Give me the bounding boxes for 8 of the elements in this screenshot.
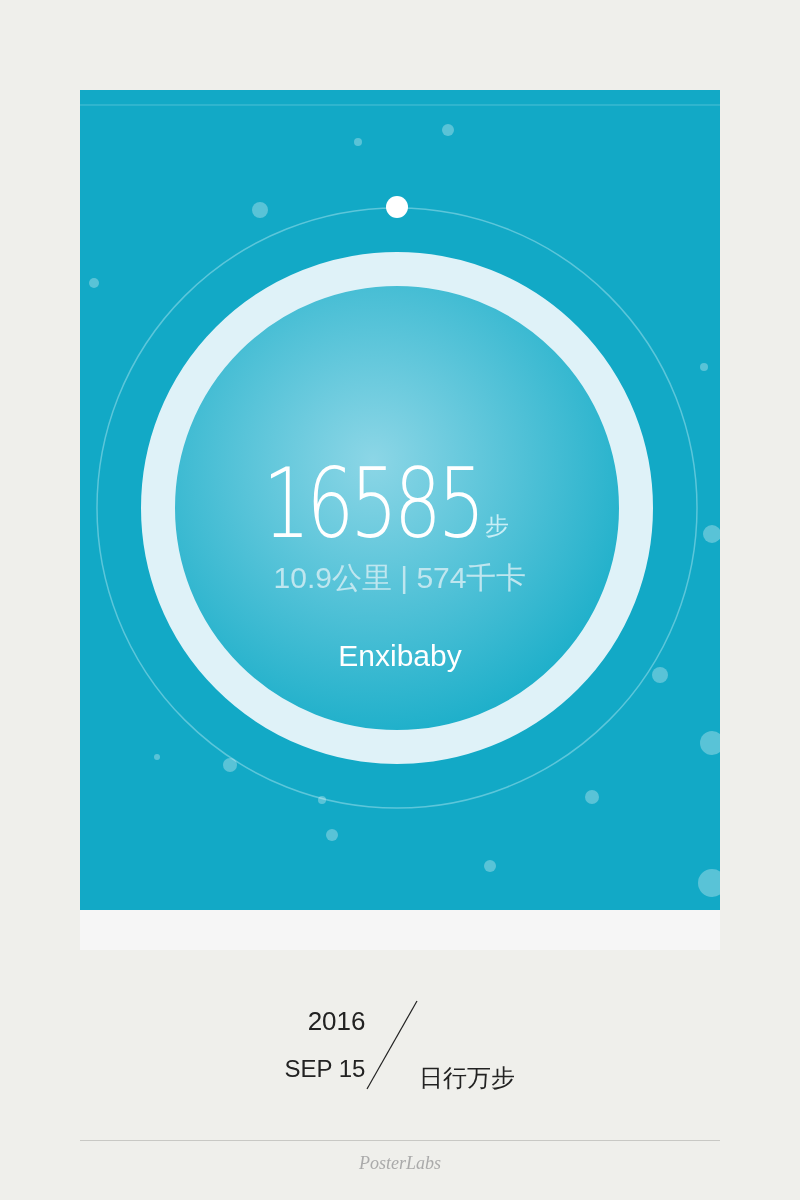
brand-text: PosterLabs — [359, 1153, 441, 1174]
step-unit: 步 — [485, 511, 510, 541]
year-text: 2016 — [307, 1006, 366, 1037]
slogan-text: 日行万步 — [419, 1063, 516, 1094]
date-text: SEP 15 — [284, 1055, 366, 1083]
distance-calories-text: 10.9公里 | 574千卡 — [273, 560, 527, 596]
user-name: Enxibaby — [338, 639, 462, 673]
step-count: 16585 — [262, 452, 482, 556]
